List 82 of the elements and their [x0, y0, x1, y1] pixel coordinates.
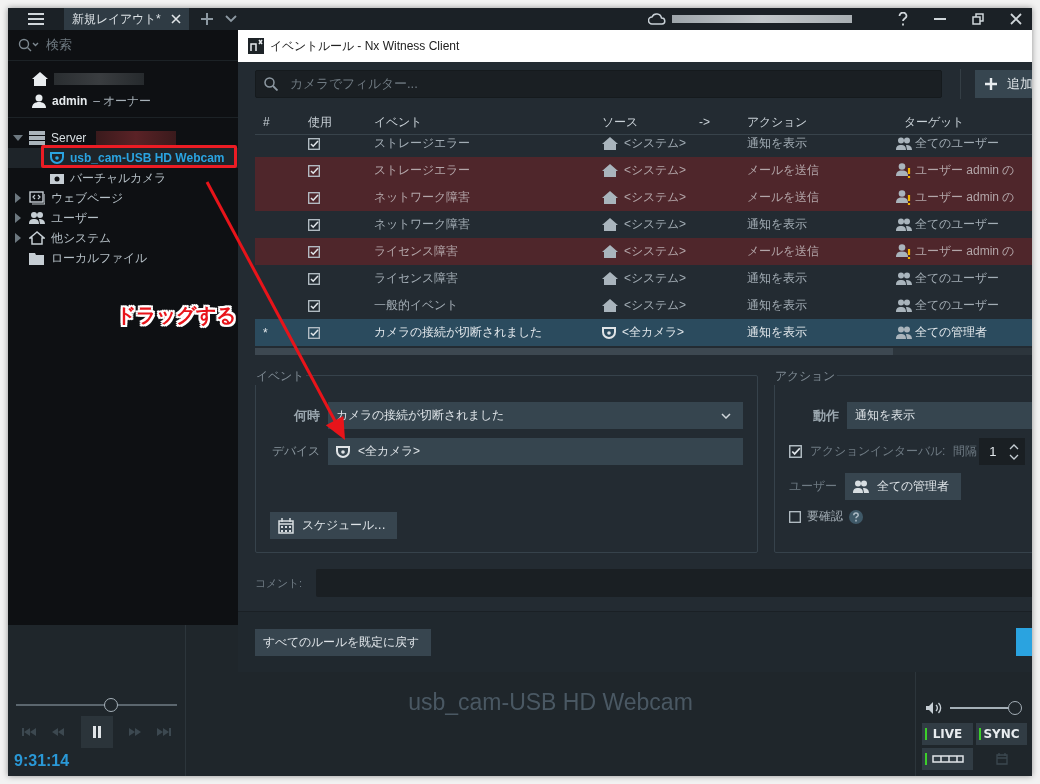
reset-button[interactable]: すべてのルールを既定に戻す: [255, 628, 431, 656]
table-cell: <システム>: [624, 297, 686, 314]
rule-row[interactable]: ネットワーク障害 <システム> メールを送信 ユーザー admin の: [255, 184, 1032, 211]
rule-row[interactable]: ストレージエラー <システム> メールを送信 ユーザー admin の: [255, 157, 1032, 184]
column-header[interactable]: ソース: [594, 113, 691, 131]
rule-row[interactable]: ライセンス障害 <システム> 通知を表示 全てのユーザー: [255, 265, 1032, 292]
table-cell-text: 一般的イベント: [373, 297, 459, 314]
table-cell: <システム>: [624, 216, 686, 233]
column-header[interactable]: イベント: [366, 113, 594, 131]
table-cell-text: カメラの接続が切断されました: [373, 324, 543, 341]
camera-title: usb_cam-USB HD Webcam: [408, 689, 693, 716]
event-dropdown[interactable]: カメラの接続が切断されました: [328, 402, 743, 429]
device-field[interactable]: <全カメラ>: [328, 438, 743, 465]
table-cell-text: メールを送信: [746, 189, 820, 206]
annotation-label: ドラッグする: [116, 303, 236, 328]
table-cell: 全てのユーザー: [915, 135, 999, 152]
window-title: イベントルール - Nx Witness Client: [270, 37, 460, 55]
field-label: 間隔: [953, 443, 978, 460]
table-cell-text: メールを送信: [746, 243, 820, 260]
table-cell-text: ライセンス障害: [373, 270, 459, 287]
table-cell-text: 通知を表示: [746, 216, 808, 233]
table-cell-text: ストレージエラー: [373, 135, 471, 152]
tree-item[interactable]: 他システム: [8, 228, 238, 248]
table-cell: ユーザー admin の: [915, 189, 1015, 206]
table-cell: <全カメラ>: [622, 324, 684, 341]
column-header[interactable]: ターゲット: [896, 113, 1032, 131]
rule-row[interactable]: ネットワーク障害 <システム> 通知を表示 全てのユーザー: [255, 211, 1032, 238]
schedule-button[interactable]: スケジュール...: [270, 512, 398, 539]
field-label: ユーザー: [789, 478, 837, 495]
action-dropdown[interactable]: 通知を表示: [847, 402, 1032, 429]
column-header[interactable]: 使用: [300, 113, 366, 131]
table-cell: ユーザー admin の: [915, 243, 1015, 260]
user-name: admin: [52, 94, 88, 108]
time-label: 9:31:14: [13, 751, 71, 771]
table-cell-text: ライセンス障害: [373, 243, 459, 260]
table-cell-text: メールを送信: [746, 162, 820, 179]
tree-item[interactable]: バーチャルカメラ: [8, 168, 238, 188]
column-header[interactable]: #: [255, 115, 300, 129]
group-title: アクション: [773, 368, 837, 385]
field-label: 何時: [292, 406, 320, 425]
add-button[interactable]: 追加: [975, 70, 1032, 98]
table-cell: <システム>: [624, 135, 686, 152]
column-header[interactable]: ->: [691, 115, 739, 129]
table-cell-text: ネットワーク障害: [373, 216, 471, 233]
table-cell-text: 通知を表示: [746, 270, 808, 287]
field-label: 動作: [812, 406, 839, 425]
rule-row[interactable]: ストレージエラー <システム> 通知を表示 全てのユーザー: [255, 135, 1032, 157]
tree-item[interactable]: ローカルファイル: [8, 248, 238, 268]
table-cell-text: 通知を表示: [746, 324, 808, 341]
tree-item[interactable]: ユーザー: [8, 208, 238, 228]
table-cell: 全てのユーザー: [915, 297, 999, 314]
table-cell: 全てのユーザー: [915, 270, 999, 287]
rule-row[interactable]: * カメラの接続が切断されました <全カメラ> 通知を表示 全ての管理者: [255, 319, 1032, 346]
table-cell-text: ストレージエラー: [373, 162, 471, 179]
table-cell: 全てのユーザー: [915, 216, 999, 233]
table-cell-text: 通知を表示: [746, 297, 808, 314]
field-label: デバイス: [271, 443, 320, 460]
rule-row[interactable]: 一般的イベント <システム> 通知を表示 全てのユーザー: [255, 292, 1032, 319]
table-cell: <システム>: [624, 189, 686, 206]
table-cell: <システム>: [624, 270, 686, 287]
row-marker: *: [263, 325, 268, 340]
layout-tab[interactable]: 新規レイアウト*: [64, 8, 189, 30]
table-cell-text: 通知を表示: [746, 135, 808, 152]
group-title: イベント: [254, 368, 306, 385]
table-cell: 全ての管理者: [915, 324, 987, 341]
table-cell: <システム>: [624, 162, 686, 179]
checkbox-label: アクションインターバル:: [810, 443, 946, 460]
sync-button[interactable]: SYNC: [976, 723, 1027, 745]
checkbox-label: 要確認: [807, 508, 843, 525]
table-cell: ユーザー admin の: [915, 162, 1015, 179]
interval-spinbox[interactable]: 1: [979, 438, 1026, 465]
users-button[interactable]: 全ての管理者: [845, 473, 961, 500]
tree-item[interactable]: Server: [8, 128, 238, 148]
table-cell-text: ネットワーク障害: [373, 189, 471, 206]
rule-row[interactable]: ライセンス障害 <システム> メールを送信 ユーザー admin の: [255, 238, 1032, 265]
field-label: コメント:: [255, 575, 303, 591]
table-cell: <システム>: [624, 243, 686, 260]
live-button[interactable]: LIVE: [922, 723, 973, 745]
column-header[interactable]: アクション: [739, 113, 896, 131]
user-role: – オーナー: [93, 92, 152, 110]
tree-item[interactable]: ウェブページ: [8, 188, 238, 208]
filter-field[interactable]: カメラでフィルター...: [255, 70, 942, 98]
